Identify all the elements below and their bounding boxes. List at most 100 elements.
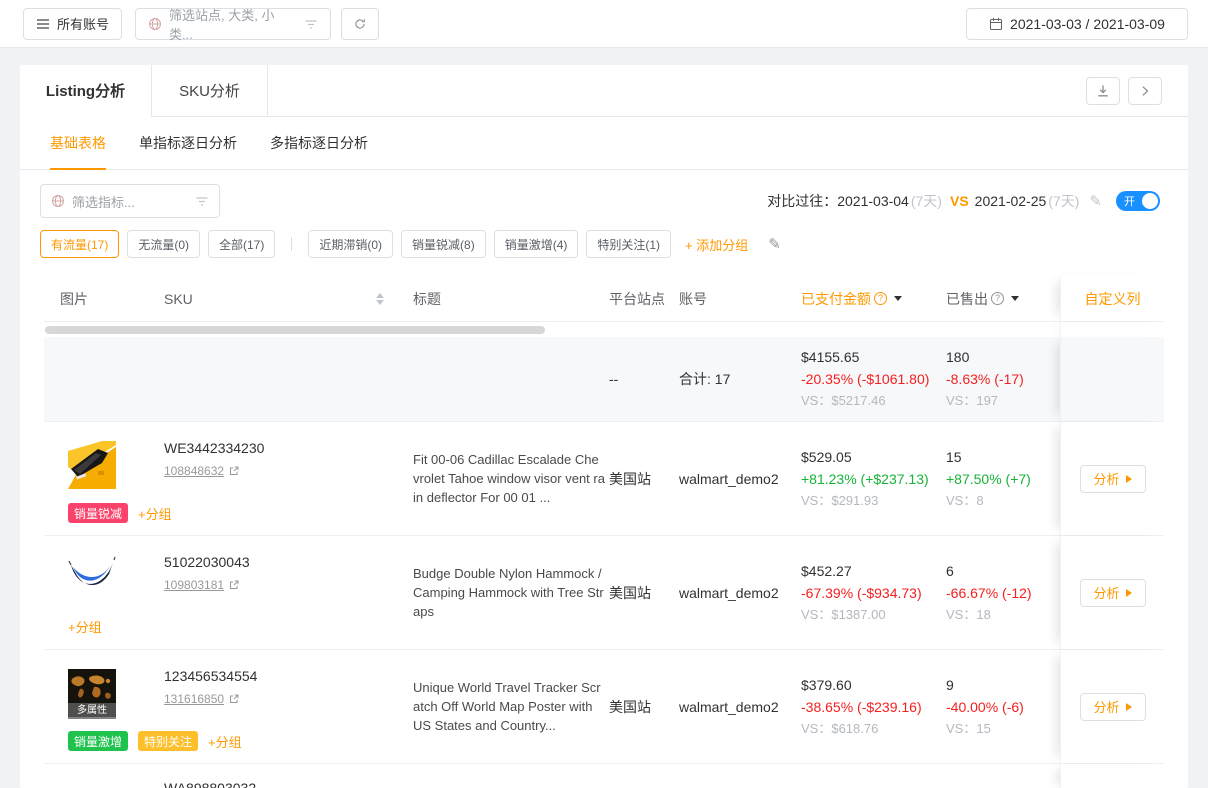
subtab-bar: 基础表格 单指标逐日分析 多指标逐日分析	[20, 117, 1188, 170]
compare-date1: 2021-03-04	[837, 193, 909, 209]
product-image[interactable]	[68, 441, 116, 489]
chip-no-traffic[interactable]: 无流量(0)	[127, 230, 200, 258]
add-to-group-button[interactable]: +分组	[68, 617, 102, 636]
row-sold-change: -40.00% (-6)	[946, 696, 1060, 718]
car-visor-image	[68, 441, 116, 489]
help-icon[interactable]: ?	[874, 292, 887, 305]
help-icon[interactable]: ?	[991, 292, 1004, 305]
row-paid-vs: VS：$291.93	[801, 490, 946, 512]
product-image[interactable]	[68, 555, 116, 603]
compare-date2: 2021-02-25	[975, 193, 1047, 209]
item-id-link[interactable]: 131616850	[164, 692, 224, 706]
table-row-partial: WA898803032	[44, 764, 1164, 788]
subtab-basic-label: 基础表格	[50, 133, 106, 153]
row-sold-change: -66.67% (-12)	[946, 582, 1060, 604]
sort-desc-icon	[376, 300, 384, 309]
all-accounts-label: 所有账号	[57, 14, 109, 33]
badge-sales-drop: 销量锐减	[68, 503, 128, 523]
play-icon	[1126, 475, 1132, 483]
analyze-label: 分析	[1093, 469, 1119, 488]
header-custom-columns[interactable]: 自定义列	[1085, 289, 1141, 309]
caret-down-icon[interactable]	[1011, 296, 1019, 305]
analyze-label: 分析	[1093, 583, 1119, 602]
row-sold-value: 9	[946, 674, 1060, 696]
chip-slow-moving[interactable]: 近期滞销(0)	[308, 230, 393, 258]
header-paid-amount: 已支付金额	[801, 289, 871, 309]
external-link-icon[interactable]	[229, 580, 239, 590]
date-range-picker[interactable]: 2021-03-03 / 2021-03-09	[966, 8, 1188, 40]
analyze-button[interactable]: 分析	[1080, 579, 1146, 607]
collapse-panel-button[interactable]	[1128, 77, 1162, 105]
chip-label: 近期滞销(0)	[319, 236, 382, 253]
table-row: 51022030043 109803181 +分组 Budge Double N…	[44, 536, 1164, 650]
metric-filter-placeholder: 筛选指标...	[72, 192, 188, 211]
fixed-col-filler	[1060, 337, 1164, 421]
compare-past-bar: 对比过往： 2021-03-04 (7天) VS 2021-02-25 (7天)…	[767, 191, 1160, 211]
item-id-link[interactable]: 108848632	[164, 464, 224, 478]
tab-bar: Listing分析 SKU分析	[20, 65, 1188, 117]
row-title: Unique World Travel Tracker Scratch Off …	[413, 678, 605, 735]
chip-divider	[291, 237, 292, 251]
subtab-single-label: 单指标逐日分析	[139, 133, 237, 153]
row-site: 美国站	[609, 469, 651, 489]
analyze-button[interactable]: 分析	[1080, 693, 1146, 721]
subtab-basic-table[interactable]: 基础表格	[50, 117, 106, 169]
chip-label: 无流量(0)	[138, 236, 189, 253]
analyze-button[interactable]: 分析	[1080, 465, 1146, 493]
tab-listing-analysis[interactable]: Listing分析	[20, 65, 152, 116]
caret-down-icon[interactable]	[894, 296, 902, 305]
row-paid-change: -38.65% (-$239.16)	[801, 696, 946, 718]
chip-has-traffic[interactable]: 有流量(17)	[40, 230, 119, 258]
header-sold: 已售出	[946, 289, 988, 309]
site-category-filter[interactable]: 筛选站点, 大类, 小类...	[135, 8, 331, 40]
summary-row: -- 合计: 17 $4155.65 -20.35% (-$1061.80) V…	[44, 337, 1164, 422]
globe-icon	[51, 194, 65, 208]
edit-groups-icon[interactable]: ✎	[768, 235, 781, 253]
external-link-icon[interactable]	[229, 694, 239, 704]
row-paid-change: -67.39% (-$934.73)	[801, 582, 946, 604]
all-accounts-button[interactable]: 所有账号	[23, 8, 122, 40]
add-to-group-button[interactable]: +分组	[138, 504, 172, 523]
hscrollbar-thumb[interactable]	[45, 326, 545, 334]
row-sold-change: +87.50% (+7)	[946, 468, 1060, 490]
subtab-multi-metric[interactable]: 多指标逐日分析	[270, 117, 368, 169]
download-button[interactable]	[1086, 77, 1120, 105]
tab-sku-analysis[interactable]: SKU分析	[152, 65, 268, 116]
row-badges: 销量激增 特别关注 +分组	[68, 731, 242, 751]
external-link-icon[interactable]	[229, 466, 239, 476]
tab-actions	[1086, 65, 1188, 116]
item-id-link[interactable]: 109803181	[164, 578, 224, 592]
vs-label: VS	[950, 193, 969, 209]
row-site: 美国站	[609, 583, 651, 603]
row-paid-vs: VS：$1387.00	[801, 604, 946, 626]
play-icon	[1126, 703, 1132, 711]
table-header-row: 图片 SKU 标题 平台站点 账号 已支付金额 ? 已售出 ? 自定义列	[44, 276, 1164, 322]
edit-compare-icon[interactable]: ✎	[1089, 192, 1102, 210]
add-group-button[interactable]: + 添加分组	[685, 235, 748, 254]
sort-icon[interactable]	[376, 289, 384, 309]
refresh-button[interactable]	[341, 8, 379, 40]
chip-label: 销量锐减(8)	[412, 236, 475, 253]
row-sku: WA898803032	[164, 780, 413, 788]
summary-sold-change: -8.63% (-17)	[946, 368, 1060, 390]
row-title: Budge Double Nylon Hammock / Camping Ham…	[413, 564, 605, 621]
header-image: 图片	[44, 289, 164, 309]
chip-sales-surge[interactable]: 销量激增(4)	[494, 230, 579, 258]
product-image[interactable]: 多属性	[68, 669, 116, 717]
compare-toggle[interactable]: 开	[1116, 191, 1160, 211]
metric-filter-select[interactable]: 筛选指标...	[40, 184, 220, 218]
add-to-group-button[interactable]: +分组	[208, 732, 242, 751]
row-sold-vs: VS：8	[946, 490, 1060, 512]
subtab-single-metric[interactable]: 单指标逐日分析	[139, 117, 237, 169]
toggle-knob	[1142, 193, 1158, 209]
chip-sales-drop[interactable]: 销量锐减(8)	[401, 230, 486, 258]
group-chips-row: 有流量(17) 无流量(0) 全部(17) 近期滞销(0) 销量锐减(8) 销量…	[20, 218, 1188, 272]
tab-sku-label: SKU分析	[179, 80, 240, 101]
chip-label: 全部(17)	[219, 236, 264, 253]
chip-all[interactable]: 全部(17)	[208, 230, 275, 258]
row-sold-vs: VS：15	[946, 718, 1060, 740]
row-paid-vs: VS：$618.76	[801, 718, 946, 740]
chip-special-watch[interactable]: 特别关注(1)	[586, 230, 671, 258]
main-card: Listing分析 SKU分析 基础表格 单指标逐日分析 多指标逐日分析 筛选指…	[20, 65, 1188, 788]
row-sold-value: 6	[946, 560, 1060, 582]
